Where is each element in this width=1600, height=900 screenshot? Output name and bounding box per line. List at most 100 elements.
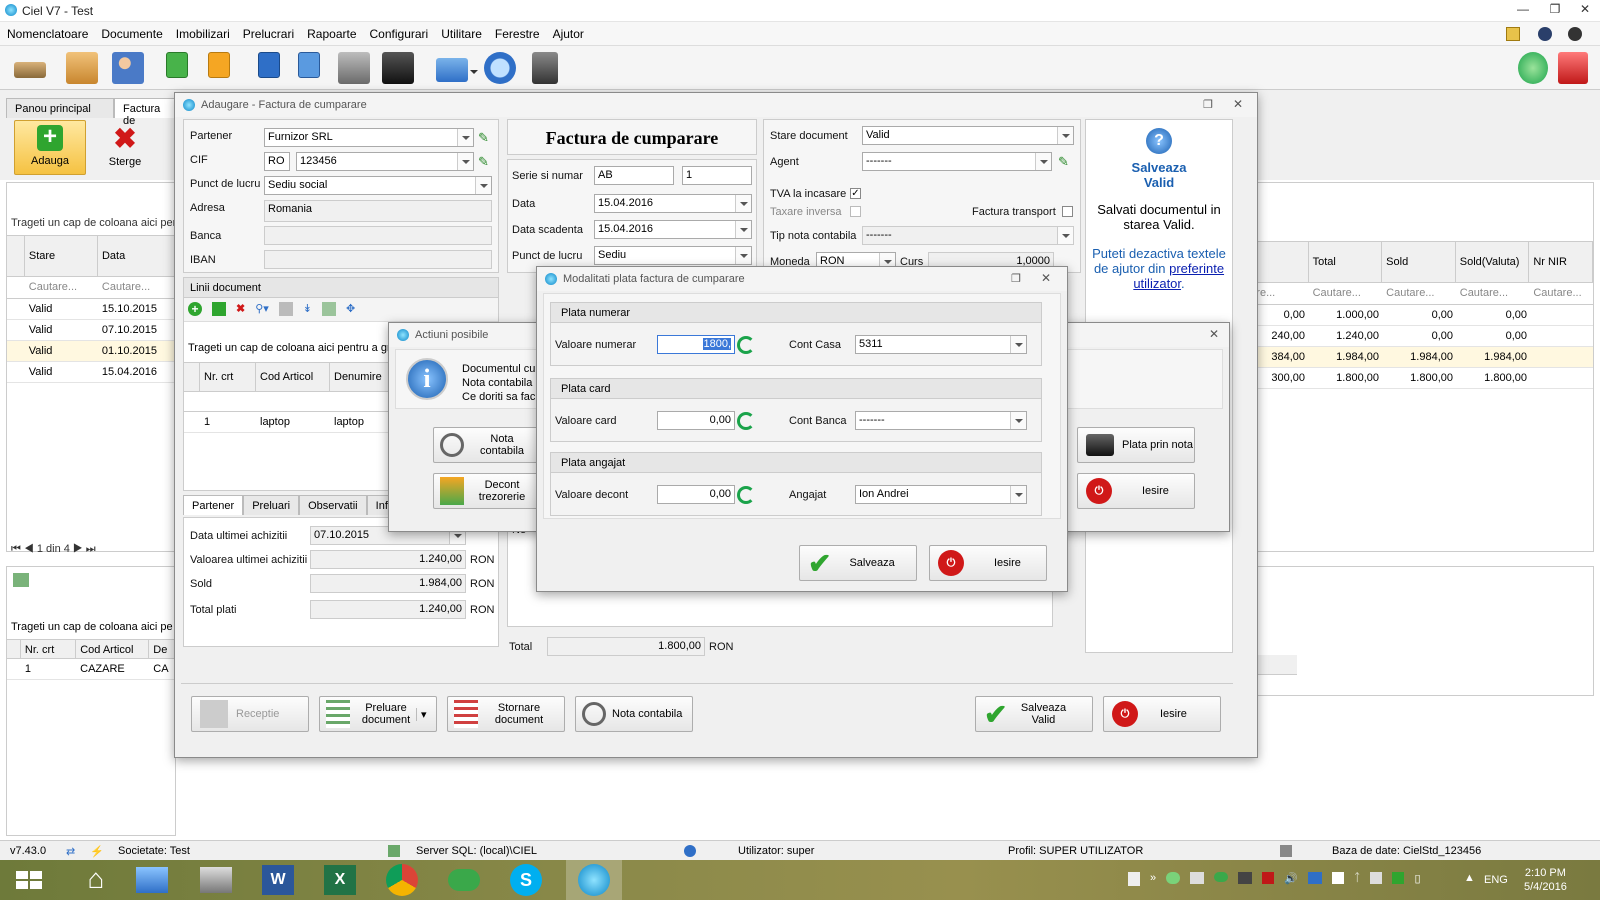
start-windows-icon[interactable] (4, 862, 48, 898)
upload-icon[interactable] (258, 52, 280, 78)
receptie-button[interactable]: Receptie (191, 696, 309, 732)
close-icon[interactable]: ✕ (1574, 2, 1596, 20)
taxare-checkbox[interactable] (850, 206, 861, 217)
tab-factura[interactable]: Factura de (114, 98, 178, 127)
tva-checkbox[interactable]: ✓ (850, 188, 861, 199)
col-data[interactable]: Data (97, 236, 175, 277)
cont-banca-select[interactable]: ------- (855, 411, 1027, 430)
salveaza-valid-button[interactable]: ✔ Salveaza Valid (975, 696, 1093, 732)
menu-configurari[interactable]: Configurari (363, 22, 435, 46)
actions-iesire-button[interactable]: ⏻ Iesire (1077, 473, 1195, 509)
stare-select[interactable]: Valid (862, 126, 1074, 145)
card-input[interactable]: 0,00 (657, 411, 735, 430)
tray-wifi-icon[interactable] (1370, 872, 1383, 884)
table-row[interactable]: Valid 15.04.2016 (7, 362, 175, 383)
tab-panou-principal[interactable]: Panou principal (6, 98, 114, 118)
cif-prefix-field[interactable]: RO (264, 152, 290, 171)
pager[interactable]: ⏮ ◀ 1 din 4 ▶ ⏭ (11, 543, 96, 556)
tray-more-icon[interactable]: ▲ (1464, 872, 1475, 884)
table-row[interactable]: 384,00 1.984,00 1.984,00 1.984,00 (1237, 347, 1593, 368)
cif-select[interactable]: 123456 (296, 152, 474, 171)
decont-input[interactable]: 0,00 (657, 485, 735, 504)
help-book-icon[interactable] (1558, 52, 1588, 84)
box-icon[interactable] (66, 52, 98, 84)
printer-icon[interactable] (436, 58, 468, 82)
tray-print-icon[interactable] (1190, 872, 1205, 884)
tray-flag-icon[interactable] (1262, 872, 1275, 884)
tray-cloud-icon[interactable] (1214, 872, 1229, 882)
table-row[interactable]: 240,00 1.240,00 0,00 0,00 (1237, 326, 1593, 347)
search-sold-valuta[interactable]: Cautare... (1456, 283, 1530, 304)
control-panel-icon[interactable] (136, 867, 168, 893)
tab-preluari[interactable]: Preluari (243, 495, 300, 515)
tray-doc-icon[interactable] (1128, 872, 1140, 886)
calendar-icon[interactable] (1506, 27, 1520, 41)
search-nr-nir[interactable]: Cautare... (1529, 283, 1593, 304)
delete-button[interactable]: ✖ Sterge (100, 120, 150, 175)
col-nr-nir[interactable]: Nr NIR (1529, 242, 1593, 283)
print-line-icon[interactable] (278, 302, 293, 316)
tab-partener[interactable]: Partener (183, 495, 244, 515)
payment-restore-icon[interactable]: ❐ (1011, 272, 1021, 285)
menu-ferestre[interactable]: Ferestre (488, 22, 546, 46)
printer-dropdown-icon[interactable] (470, 70, 478, 78)
col-de[interactable]: De (149, 640, 175, 659)
search-stare[interactable]: Cautare... (25, 277, 98, 298)
preluare-dropdown-icon[interactable]: ▾ (416, 707, 427, 721)
tray-chat-icon[interactable] (1166, 872, 1181, 884)
tray-expand-icon[interactable]: » (1150, 872, 1156, 888)
edit-partner-icon[interactable]: ✎ (478, 130, 492, 145)
actions-close-icon[interactable]: ✕ (1209, 327, 1219, 341)
table-row[interactable]: Valid 15.10.2015 (7, 299, 175, 320)
tray-bluetooth-icon[interactable]: ᛏ (1354, 872, 1361, 888)
numerar-input[interactable]: 1800, (657, 335, 735, 354)
search-sold[interactable]: Cautare... (1382, 283, 1456, 304)
numar-field[interactable]: 1 (682, 166, 752, 185)
handshake-icon[interactable] (14, 62, 46, 78)
menu-ajutor[interactable]: Ajutor (546, 22, 590, 46)
import-icon[interactable] (208, 52, 230, 78)
cloud-app-icon[interactable] (448, 869, 480, 891)
serie-punct-select[interactable]: Sediu (594, 246, 752, 265)
tab-observatii[interactable]: Observatii (299, 495, 367, 515)
table-row[interactable]: 0,00 1.000,00 0,00 0,00 (1237, 305, 1593, 326)
search-line-icon[interactable]: ⚲▾ (255, 302, 269, 317)
tray-windows-icon[interactable] (1331, 872, 1344, 884)
clock[interactable]: 2:10 PM 5/4/2016 (1524, 866, 1567, 894)
stornare-button[interactable]: Stornare document (447, 696, 565, 732)
excel-icon[interactable]: X (324, 865, 356, 895)
table-row[interactable]: Valid 07.10.2015 (7, 320, 175, 341)
iesire-button[interactable]: ⏻ Iesire (1103, 696, 1221, 732)
decont-refresh-icon[interactable] (737, 486, 755, 504)
word-icon[interactable]: W (262, 865, 294, 895)
language-indicator[interactable]: ENG (1484, 874, 1508, 886)
col-stare[interactable]: Stare (24, 236, 98, 277)
dialog-close-icon[interactable]: ✕ (1233, 97, 1243, 111)
edit-cif-icon[interactable]: ✎ (478, 154, 492, 169)
home-icon[interactable]: ⌂ (74, 862, 118, 898)
transport-checkbox[interactable] (1062, 206, 1073, 217)
power-icon[interactable] (1538, 27, 1552, 41)
info-icon[interactable] (1568, 27, 1582, 41)
search-icon[interactable] (484, 52, 516, 84)
menu-utilitare[interactable]: Utilitare (434, 22, 488, 46)
agent-select[interactable]: ------- (862, 152, 1052, 171)
ciel-taskbar-icon[interactable] (566, 860, 622, 900)
table-line-icon[interactable] (322, 302, 337, 316)
table-row[interactable]: Valid 01.10.2015 (7, 341, 175, 362)
col-sold[interactable]: Sold (1382, 242, 1456, 283)
search-data[interactable]: Cautare... (98, 277, 175, 298)
tray-video-icon[interactable] (1238, 872, 1253, 884)
tray-monitor-icon[interactable] (1307, 872, 1322, 884)
add-multiple-icon[interactable] (212, 302, 226, 316)
scadenta-field[interactable]: 15.04.2016 (594, 220, 752, 239)
tip-nota-select[interactable]: ------- (862, 226, 1074, 245)
edit-agent-icon[interactable]: ✎ (1058, 154, 1069, 170)
partener-select[interactable]: Furnizor SRL (264, 128, 474, 147)
actions-nota-button[interactable]: Nota contabila (433, 427, 549, 463)
tray-network-icon[interactable] (1392, 872, 1405, 884)
minimize-icon[interactable]: — (1512, 2, 1534, 20)
users-icon[interactable] (112, 52, 144, 84)
search-total[interactable]: Cautare... (1309, 283, 1383, 304)
add-line-icon[interactable]: + (188, 302, 202, 316)
